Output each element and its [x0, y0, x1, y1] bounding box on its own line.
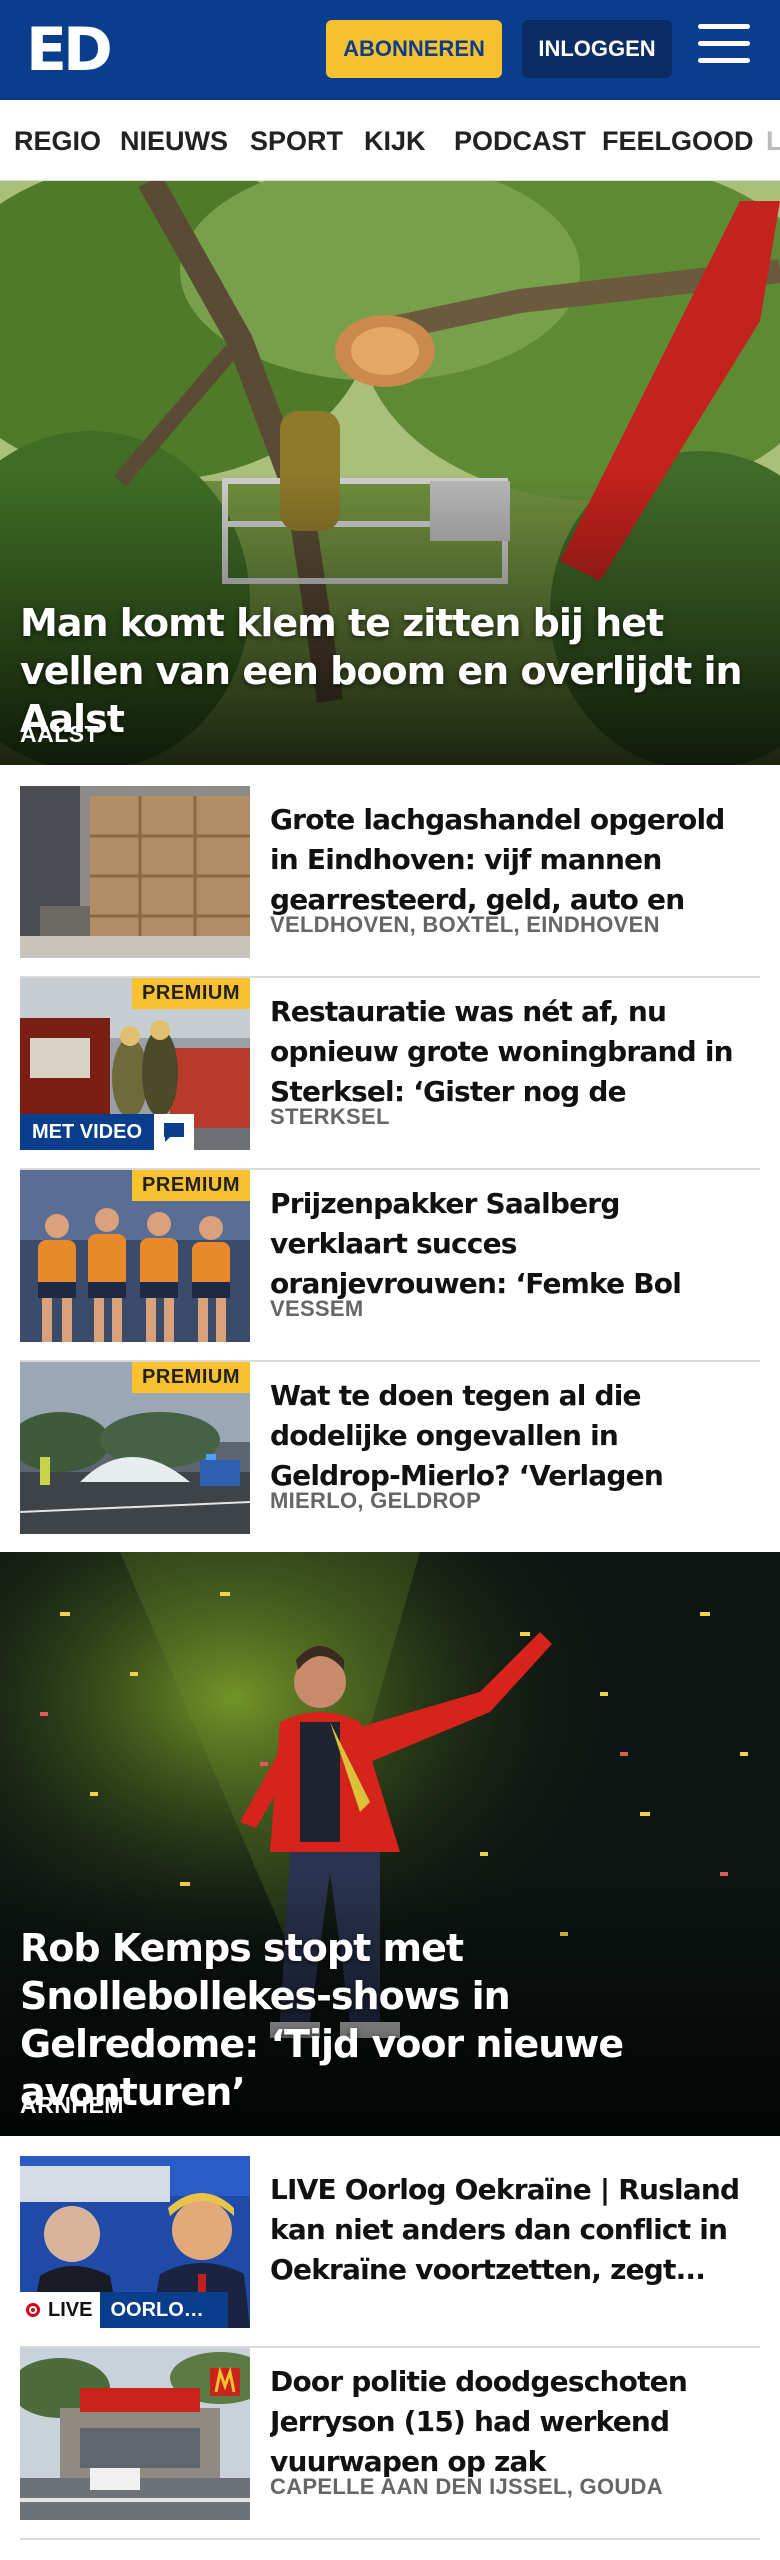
hero-title[interactable]: Man komt klem te zitten bij het vellen v…	[20, 599, 760, 743]
nav-item-podcast[interactable]: PODCAST	[454, 126, 586, 156]
article-title[interactable]: LIVE Oorlog Oekraïne | Rusland kan niet …	[270, 2170, 750, 2290]
video-badge: MET VIDEO	[20, 1114, 195, 1150]
ed-logo[interactable]: ED	[26, 18, 113, 82]
section-nav: REGIO NIEUWS SPORT KIJK PODCAST FEELGOOD…	[0, 100, 780, 181]
article-title[interactable]: Wat te doen tegen al die dodelijke ongev…	[270, 1376, 750, 1496]
login-button[interactable]: INLOGGEN	[522, 20, 672, 78]
article-card[interactable]: Door politie doodgeschoten Jerryson (15)…	[20, 2348, 760, 2540]
premium-badge: PREMIUM	[132, 978, 250, 1009]
video-badge-label: MET VIDEO	[20, 1114, 155, 1150]
hamburger-menu-icon[interactable]	[698, 24, 750, 72]
hero-location: AALST	[20, 721, 100, 747]
nav-item-regio[interactable]: REGIO	[14, 126, 101, 156]
article-thumbnail: PREMIUM	[20, 1170, 250, 1342]
live-dot-icon	[26, 2303, 40, 2317]
article-title[interactable]: Restauratie was nét af, nu opnieuw grote…	[270, 992, 750, 1112]
article-location: VELDHOVEN, BOXTEL, EINDHOVEN	[270, 912, 660, 937]
live-badge: LIVE OORLOG ...	[20, 2292, 229, 2328]
nav-item-feelgood[interactable]: FEELGOOD	[602, 126, 754, 156]
article-thumbnail	[20, 786, 250, 958]
site-header: ED ABONNEREN INLOGGEN	[0, 0, 780, 100]
article-thumbnail: LIVE OORLOG ...	[20, 2156, 250, 2328]
article-card[interactable]: PREMIUM MET VIDEO Restauratie was nét af…	[20, 978, 760, 1170]
hero-title[interactable]: Rob Kemps stopt met Snollebollekes-shows…	[20, 1924, 760, 2116]
nav-item-sport[interactable]: SPORT	[250, 126, 343, 156]
chat-bubble-icon	[154, 1114, 195, 1150]
live-topic-tag: OORLOG ...	[100, 2292, 229, 2328]
article-card[interactable]: PREMIUM Prijzenpakker Saalberg verklaart…	[20, 1170, 760, 1362]
premium-badge: PREMIUM	[132, 1170, 250, 1201]
hero-article-rob-kemps[interactable]: Rob Kemps stopt met Snollebollekes-shows…	[0, 1552, 780, 2136]
live-label: LIVE	[48, 2299, 93, 2321]
nav-item-partial[interactable]: L	[766, 126, 780, 156]
article-location: MIERLO, GELDROP	[270, 1488, 482, 1513]
article-title[interactable]: Door politie doodgeschoten Jerryson (15)…	[270, 2362, 750, 2482]
article-title[interactable]: Prijzenpakker Saalberg verklaart succes …	[270, 1184, 750, 1304]
hero-location: ARNHEM	[20, 2092, 124, 2118]
premium-badge: PREMIUM	[132, 1362, 250, 1393]
article-card[interactable]: LIVE OORLOG ... LIVE Oorlog Oekraïne | R…	[20, 2156, 760, 2348]
article-card[interactable]: Grote lachgashandel opgerold in Eindhove…	[20, 786, 760, 978]
hero-article-tree[interactable]: Man komt klem te zitten bij het vellen v…	[0, 181, 780, 765]
nav-item-nieuws[interactable]: NIEUWS	[120, 126, 228, 156]
article-location: STERKSEL	[270, 1104, 390, 1129]
nav-item-kijk[interactable]: KIJK	[364, 126, 426, 156]
article-card[interactable]: PREMIUM Wat te doen tegen al die dodelij…	[20, 1362, 760, 1554]
subscribe-button[interactable]: ABONNEREN	[326, 20, 502, 78]
article-thumbnail: PREMIUM MET VIDEO	[20, 978, 250, 1150]
article-thumbnail	[20, 2348, 250, 2520]
article-location: VESSEM	[270, 1296, 364, 1321]
article-title[interactable]: Grote lachgashandel opgerold in Eindhove…	[270, 800, 750, 920]
article-location: CAPELLE AAN DEN IJSSEL, GOUDA	[270, 2474, 663, 2499]
article-thumbnail: PREMIUM	[20, 1362, 250, 1534]
